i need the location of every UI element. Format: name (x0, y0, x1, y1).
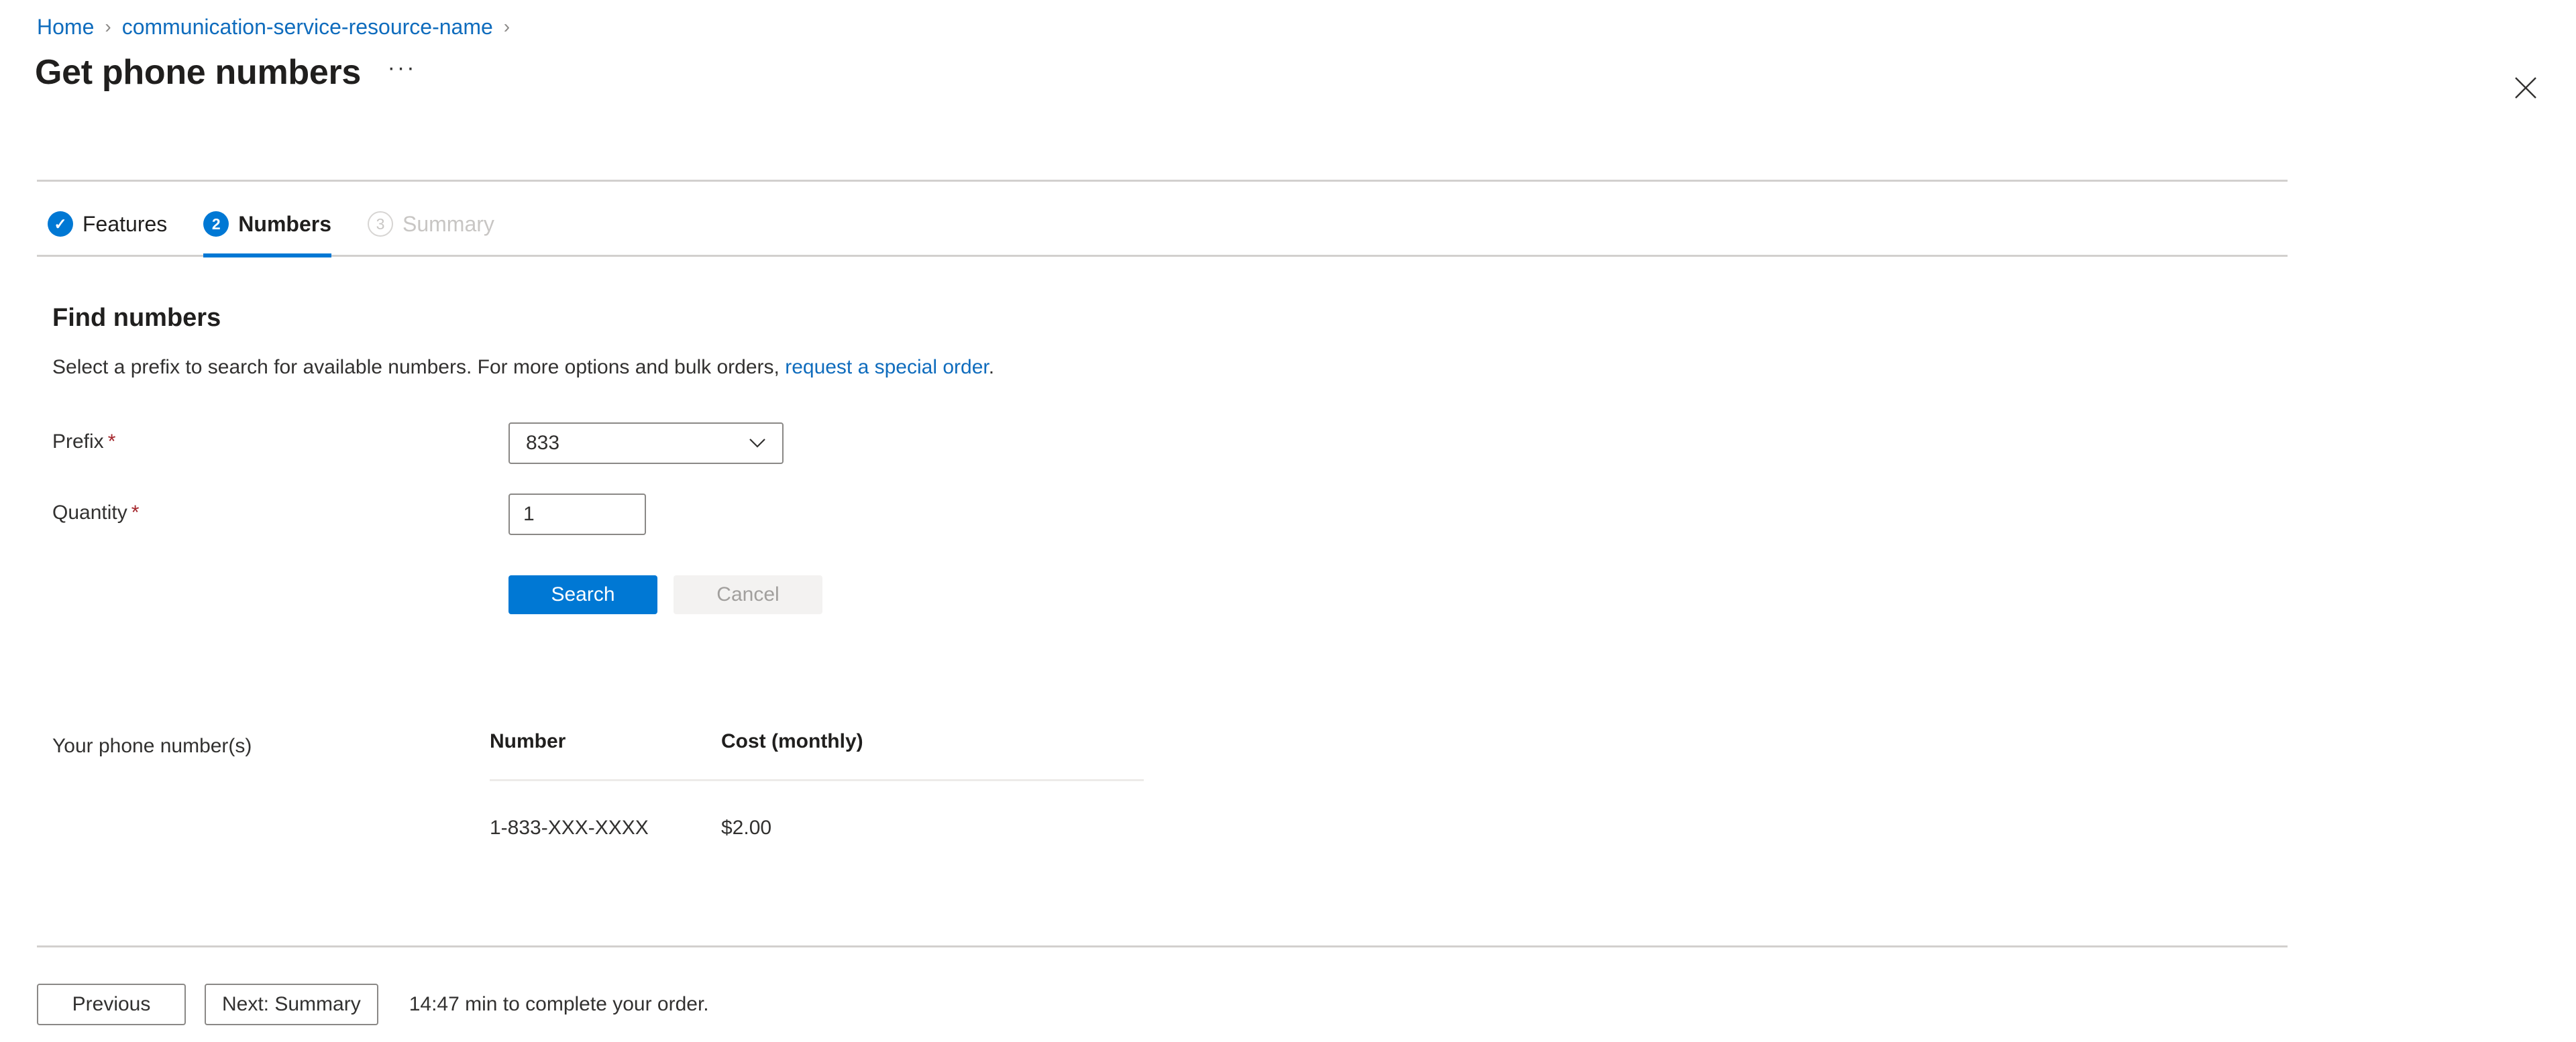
previous-button[interactable]: Previous (37, 984, 186, 1025)
column-header-number: Number (490, 723, 721, 781)
breadcrumb: Home › communication-service-resource-na… (37, 15, 521, 39)
breadcrumb-item-resource[interactable]: communication-service-resource-name (122, 15, 493, 39)
tab-numbers-label: Numbers (238, 212, 331, 236)
cell-cost: $2.00 (721, 817, 772, 839)
tab-features[interactable]: ✓ Features (33, 193, 182, 255)
prefix-label-text: Prefix (52, 430, 104, 453)
section-title: Find numbers (52, 304, 221, 332)
tab-active-indicator (203, 253, 331, 257)
tab-summary-label: Summary (402, 212, 494, 236)
column-header-cost: Cost (monthly) (721, 723, 1144, 781)
tab-summary: 3 Summary (353, 193, 509, 255)
table-row: 1-833-XXX-XXXX $2.00 (490, 780, 1144, 849)
search-button[interactable]: Search (508, 575, 657, 614)
quantity-label: Quantity * (52, 501, 139, 525)
special-order-link[interactable]: request a special order (785, 356, 989, 378)
table-header-row: Number Cost (monthly) (490, 723, 1144, 781)
breadcrumb-item-home[interactable]: Home (37, 15, 94, 39)
close-button[interactable] (2505, 67, 2546, 109)
order-timer-note: 14:47 min to complete your order. (409, 993, 709, 1015)
chevron-down-icon (749, 438, 782, 449)
tab-features-label: Features (83, 212, 168, 236)
more-options-button[interactable]: ··· (384, 54, 420, 91)
step-complete-check-icon: ✓ (48, 211, 73, 237)
step-number-badge: 3 (367, 211, 393, 237)
page-title: Get phone numbers (35, 53, 362, 92)
tab-numbers[interactable]: 2 Numbers (189, 193, 346, 257)
prefix-select[interactable]: 833 (508, 422, 784, 464)
phone-numbers-table: Number Cost (monthly) 1-833-XXX-XXXX $2.… (490, 723, 1144, 848)
cancel-button: Cancel (674, 575, 822, 614)
prefix-select-value: 833 (526, 432, 560, 454)
header-divider (37, 180, 2288, 182)
page-header: Get phone numbers ··· (35, 52, 420, 93)
section-description-text: Select a prefix to search for available … (52, 356, 786, 378)
step-number-badge: 2 (203, 211, 229, 237)
quantity-input[interactable] (508, 494, 646, 535)
quantity-label-text: Quantity (52, 502, 127, 524)
results-label: Your phone number(s) (52, 735, 252, 757)
next-summary-button[interactable]: Next: Summary (205, 984, 378, 1025)
wizard-footer: Previous Next: Summary 14:47 min to comp… (37, 984, 709, 1025)
breadcrumb-separator-icon: › (105, 16, 111, 37)
close-icon (2515, 77, 2536, 99)
required-indicator: * (107, 430, 116, 453)
wizard-steps: ✓ Features 2 Numbers 3 Summary (37, 193, 516, 257)
section-description-suffix: . (988, 356, 995, 378)
cell-number: 1-833-XXX-XXXX (490, 817, 649, 839)
footer-divider (37, 945, 2288, 947)
breadcrumb-separator-icon: › (503, 16, 511, 37)
section-description: Select a prefix to search for available … (52, 354, 994, 381)
prefix-label: Prefix * (52, 430, 115, 454)
required-indicator: * (131, 502, 140, 524)
